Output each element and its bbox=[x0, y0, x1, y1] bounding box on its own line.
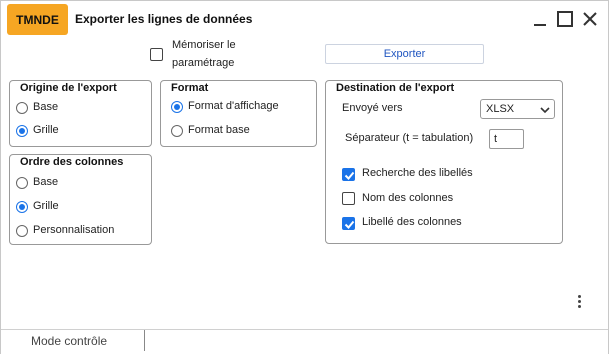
mode-controle-label: Mode contrôle bbox=[31, 334, 108, 348]
origine-grille-label: Grille bbox=[33, 124, 59, 136]
format-base-radio[interactable] bbox=[171, 125, 183, 137]
ordre-group: Ordre des colonnes Base Grille Personnal… bbox=[9, 154, 152, 245]
nom-colonnes-label: Nom des colonnes bbox=[362, 192, 454, 204]
format-affichage-label: Format d'affichage bbox=[188, 100, 279, 112]
format-base-label: Format base bbox=[188, 124, 250, 136]
app-badge[interactable]: TMNDE bbox=[7, 4, 68, 35]
memorize-checkbox[interactable] bbox=[150, 48, 163, 61]
format-title: Format bbox=[171, 82, 209, 94]
dialog-title: Exporter les lignes de données bbox=[75, 12, 253, 26]
more-options-icon[interactable] bbox=[575, 295, 583, 313]
envoye-vers-label: Envoyé vers bbox=[342, 102, 403, 114]
envoye-vers-select[interactable]: XLSX bbox=[480, 99, 555, 119]
ordre-title: Ordre des colonnes bbox=[20, 156, 124, 168]
minimize-icon[interactable] bbox=[531, 10, 549, 28]
title-bar: TMNDE Exporter les lignes de données bbox=[1, 1, 608, 37]
ordre-grille-label: Grille bbox=[33, 200, 59, 212]
ordre-grille-radio[interactable] bbox=[16, 201, 28, 213]
origine-base-radio[interactable] bbox=[16, 102, 28, 114]
memorize-label-line2: paramétrage bbox=[172, 57, 235, 69]
format-affichage-radio[interactable] bbox=[171, 101, 183, 113]
export-button[interactable]: Exporter bbox=[325, 44, 484, 64]
libelle-colonnes-checkbox[interactable] bbox=[342, 217, 355, 230]
nom-colonnes-checkbox[interactable] bbox=[342, 192, 355, 205]
memorize-label-line1: Mémoriser le bbox=[172, 39, 236, 51]
status-divider bbox=[144, 330, 145, 351]
status-bar: Mode contrôle bbox=[1, 329, 608, 354]
close-icon[interactable] bbox=[581, 10, 599, 28]
recherche-libelles-label: Recherche des libellés bbox=[362, 167, 473, 179]
origine-title: Origine de l'export bbox=[20, 82, 117, 94]
libelle-colonnes-label: Libellé des colonnes bbox=[362, 216, 462, 228]
format-group: Format Format d'affichage Format base bbox=[160, 80, 317, 147]
export-dialog: TMNDE Exporter les lignes de données Mém… bbox=[0, 0, 609, 354]
destination-title: Destination de l'export bbox=[336, 82, 455, 94]
ordre-personnalisation-label: Personnalisation bbox=[33, 224, 115, 236]
chevron-down-icon bbox=[540, 105, 550, 117]
recherche-libelles-checkbox[interactable] bbox=[342, 168, 355, 181]
maximize-icon[interactable] bbox=[556, 10, 574, 28]
origine-group: Origine de l'export Base Grille bbox=[9, 80, 152, 147]
origine-grille-radio[interactable] bbox=[16, 125, 28, 137]
ordre-personnalisation-radio[interactable] bbox=[16, 225, 28, 237]
origine-base-label: Base bbox=[33, 101, 59, 113]
separator-input[interactable]: t bbox=[489, 129, 524, 149]
ordre-base-radio[interactable] bbox=[16, 177, 28, 189]
separator-label: Séparateur (t = tabulation) bbox=[345, 132, 474, 144]
ordre-base-label: Base bbox=[33, 176, 59, 188]
envoye-vers-value: XLSX bbox=[486, 103, 515, 115]
